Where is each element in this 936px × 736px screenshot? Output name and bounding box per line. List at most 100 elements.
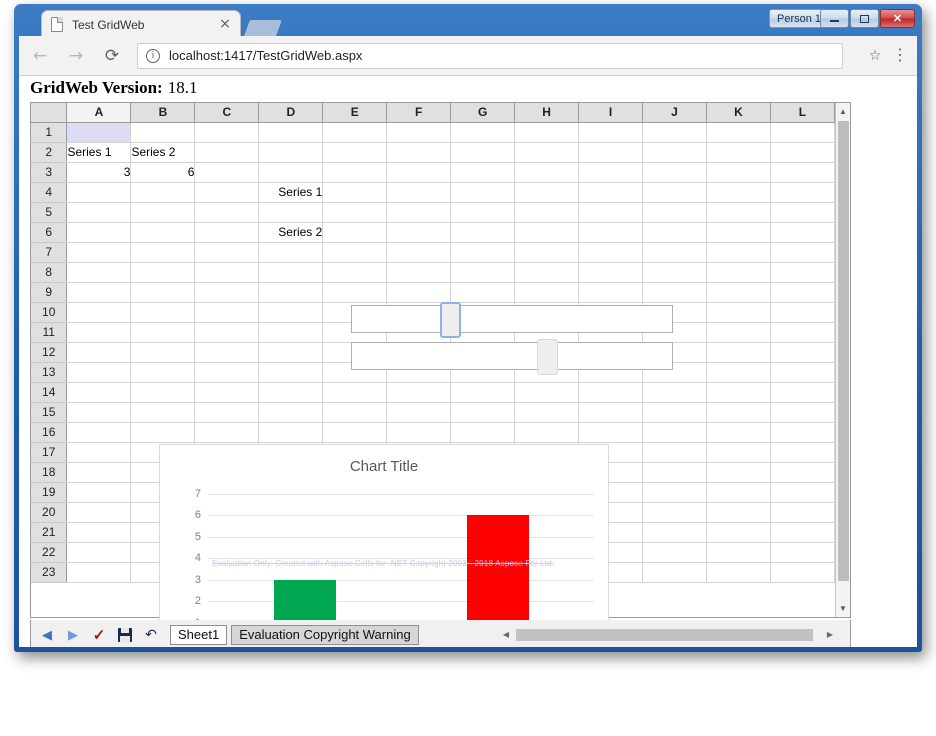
column-header-b[interactable]: B	[130, 103, 196, 123]
bookmark-button[interactable]: ☆	[857, 41, 887, 71]
grid-cell-k21[interactable]	[706, 522, 771, 543]
grid-cell-c9[interactable]	[194, 282, 260, 303]
grid-cell-k12[interactable]	[706, 342, 771, 363]
close-tab-icon[interactable]: ×	[218, 17, 232, 32]
grid-cell-c5[interactable]	[194, 202, 260, 223]
grid-cell-c7[interactable]	[194, 242, 260, 263]
grid-cell-h2[interactable]	[514, 142, 580, 163]
row-header-4[interactable]: 4	[31, 182, 68, 203]
grid-cell-k19[interactable]	[706, 482, 771, 503]
column-header-f[interactable]: F	[386, 103, 452, 123]
grid-cell-j7[interactable]	[642, 242, 707, 263]
grid-cell-h3[interactable]	[514, 162, 580, 183]
grid-cell-k6[interactable]	[706, 222, 771, 243]
grid-cell-l11[interactable]	[770, 322, 835, 343]
grid-cell-a20[interactable]	[66, 502, 132, 523]
undo-button[interactable]: ↶	[141, 624, 161, 646]
grid-cell-l14[interactable]	[770, 382, 835, 403]
grid-cell-a16[interactable]	[66, 422, 132, 443]
grid-cell-h15[interactable]	[514, 402, 580, 423]
grid-cell-h4[interactable]	[514, 182, 580, 203]
row-header-22[interactable]: 22	[31, 542, 68, 563]
grid-cell-j23[interactable]	[642, 562, 707, 583]
grid-cell-j19[interactable]	[642, 482, 707, 503]
grid-cell-c3[interactable]	[194, 162, 260, 183]
grid-cell-l23[interactable]	[770, 562, 835, 583]
row-header-20[interactable]: 20	[31, 502, 68, 523]
grid-cell-l9[interactable]	[770, 282, 835, 303]
grid-cell-b15[interactable]	[130, 402, 196, 423]
grid-cell-e8[interactable]	[322, 262, 388, 283]
row-header-14[interactable]: 14	[31, 382, 68, 403]
grid-cell-d15[interactable]	[258, 402, 324, 423]
grid-cell-f16[interactable]	[386, 422, 452, 443]
grid-cell-k4[interactable]	[706, 182, 771, 203]
column-header-c[interactable]: C	[194, 103, 260, 123]
grid-cell-j6[interactable]	[642, 222, 707, 243]
grid-cell-f9[interactable]	[386, 282, 452, 303]
row-header-5[interactable]: 5	[31, 202, 68, 223]
grid-cell-i9[interactable]	[578, 282, 644, 303]
grid-cell-c8[interactable]	[194, 262, 260, 283]
row-header-15[interactable]: 15	[31, 402, 68, 423]
scroll-left-icon[interactable]: ◀	[498, 630, 514, 639]
minimize-button[interactable]	[820, 9, 849, 28]
column-header-j[interactable]: J	[642, 103, 707, 123]
grid-cell-j14[interactable]	[642, 382, 707, 403]
grid-cell-e9[interactable]	[322, 282, 388, 303]
grid-cell-a19[interactable]	[66, 482, 132, 503]
grid-cell-j17[interactable]	[642, 442, 707, 463]
grid-cell-e16[interactable]	[322, 422, 388, 443]
grid-cell-a4[interactable]	[66, 182, 132, 203]
grid-cell-b8[interactable]	[130, 262, 196, 283]
grid-cell-a15[interactable]	[66, 402, 132, 423]
grid-cell-j3[interactable]	[642, 162, 707, 183]
grid-cell-i3[interactable]	[578, 162, 644, 183]
column-header-d[interactable]: D	[258, 103, 324, 123]
grid-cell-k15[interactable]	[706, 402, 771, 423]
grid-cell-b5[interactable]	[130, 202, 196, 223]
grid-cell-g9[interactable]	[450, 282, 516, 303]
grid-cell-d6[interactable]: Series 2	[258, 222, 324, 243]
row-header-13[interactable]: 13	[31, 362, 68, 383]
grid-cell-e7[interactable]	[322, 242, 388, 263]
grid-cell-c10[interactable]	[194, 302, 260, 323]
grid-cell-g6[interactable]	[450, 222, 516, 243]
grid-cell-a8[interactable]	[66, 262, 132, 283]
grid-cell-b13[interactable]	[130, 362, 196, 383]
grid-cell-a23[interactable]	[66, 562, 132, 583]
row-header-1[interactable]: 1	[31, 122, 68, 143]
grid-cell-d8[interactable]	[258, 262, 324, 283]
grid-cell-g16[interactable]	[450, 422, 516, 443]
column-header-i[interactable]: I	[578, 103, 644, 123]
grid-cell-h5[interactable]	[514, 202, 580, 223]
grid-cell-i8[interactable]	[578, 262, 644, 283]
grid-cell-l22[interactable]	[770, 542, 835, 563]
grid-cell-j8[interactable]	[642, 262, 707, 283]
select-all-corner[interactable]	[31, 103, 68, 123]
grid-cell-e14[interactable]	[322, 382, 388, 403]
grid-cell-c14[interactable]	[194, 382, 260, 403]
grid-cell-k7[interactable]	[706, 242, 771, 263]
grid-cell-h7[interactable]	[514, 242, 580, 263]
grid-cell-d7[interactable]	[258, 242, 324, 263]
grid-cell-k22[interactable]	[706, 542, 771, 563]
column-header-l[interactable]: L	[770, 103, 835, 123]
grid-cell-a14[interactable]	[66, 382, 132, 403]
slider-series-1[interactable]	[351, 302, 673, 338]
grid-cell-b16[interactable]	[130, 422, 196, 443]
grid-cell-c4[interactable]	[194, 182, 260, 203]
grid-cell-b14[interactable]	[130, 382, 196, 403]
grid-cell-f6[interactable]	[386, 222, 452, 243]
grid-cell-e6[interactable]	[322, 222, 388, 243]
row-header-3[interactable]: 3	[31, 162, 68, 183]
grid-cell-h1[interactable]	[514, 122, 580, 143]
new-tab-button[interactable]	[244, 20, 282, 36]
grid-cell-d16[interactable]	[258, 422, 324, 443]
grid-cell-g14[interactable]	[450, 382, 516, 403]
grid-cell-g8[interactable]	[450, 262, 516, 283]
grid-cell-a18[interactable]	[66, 462, 132, 483]
grid-cell-d14[interactable]	[258, 382, 324, 403]
grid-cell-b11[interactable]	[130, 322, 196, 343]
grid-cell-k1[interactable]	[706, 122, 771, 143]
